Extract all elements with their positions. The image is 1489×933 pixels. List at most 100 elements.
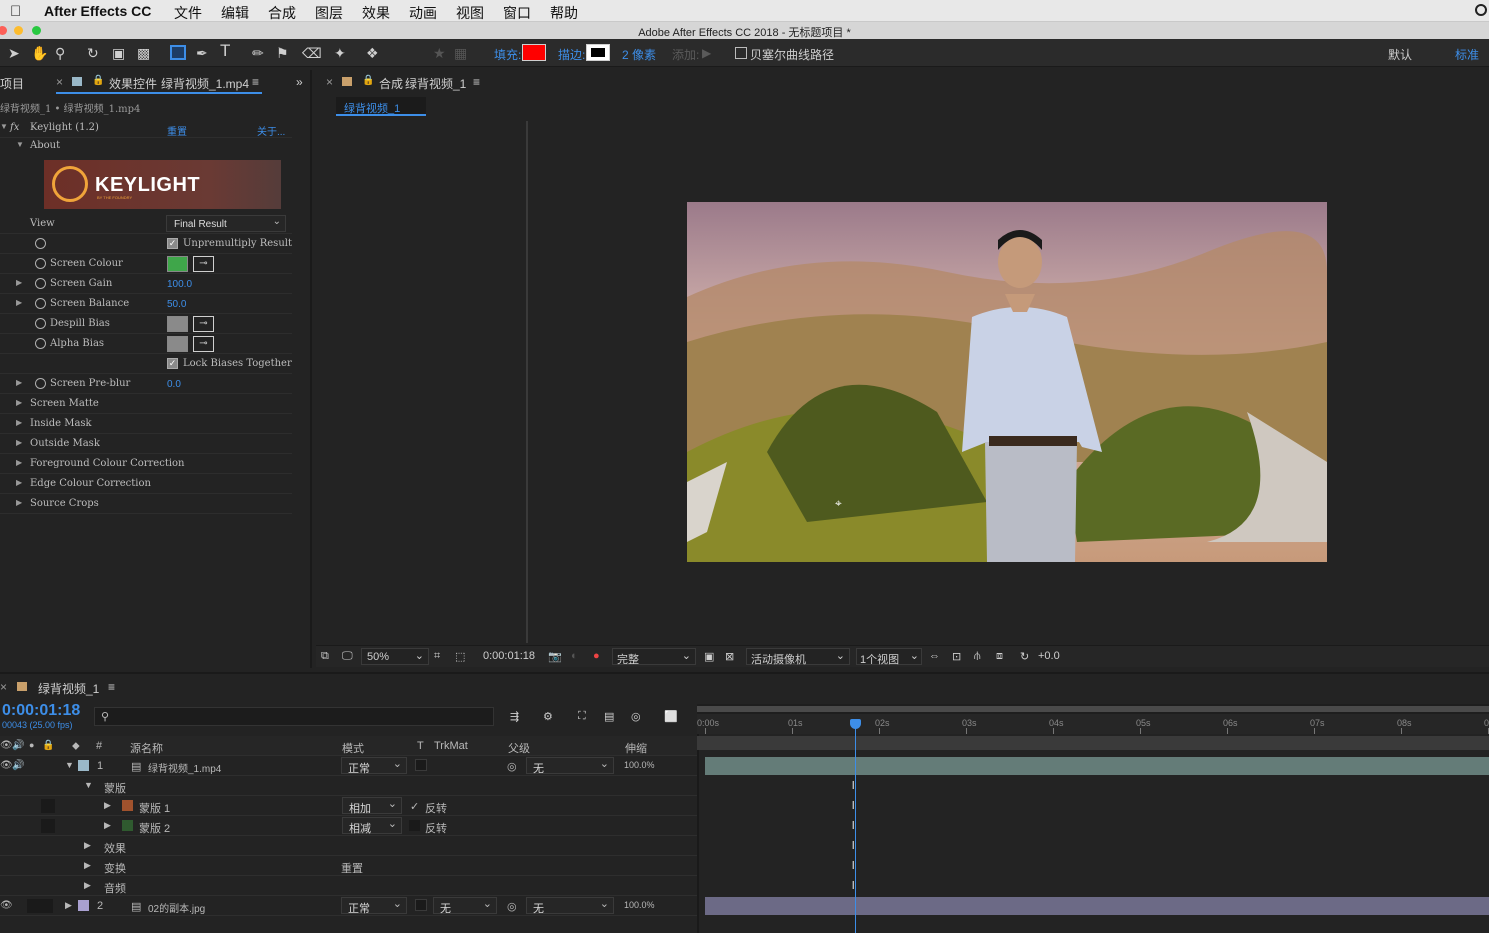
fx-icon[interactable]: fx	[10, 122, 19, 133]
source-name-header[interactable]: 源名称	[130, 740, 163, 756]
workspace-default[interactable]: 默认	[1388, 46, 1412, 63]
stopwatch-icon[interactable]	[35, 318, 46, 329]
resolution-dropdown[interactable]: 完整 ⌄	[612, 648, 696, 666]
grid-toggle-icon[interactable]: ▦	[454, 45, 467, 61]
expand-triangle-icon[interactable]: ▶	[16, 298, 22, 307]
flowchart-icon[interactable]: ⧈	[996, 650, 1003, 663]
expand-triangle-icon[interactable]: ▶	[84, 880, 91, 891]
close-tab-icon[interactable]: ×	[0, 680, 7, 694]
camera-dropdown[interactable]: 活动摄像机 ⌄	[746, 648, 850, 666]
snapshot-camera-icon[interactable]: 📷	[548, 650, 562, 663]
audio-toggle-icon[interactable]: 🔊	[12, 740, 24, 751]
menu-help[interactable]: 帮助	[550, 3, 578, 23]
mask-row-1[interactable]: ▶ 蒙版 1 相加 ✓ 反转	[0, 796, 697, 816]
status-circle-icon[interactable]	[1475, 4, 1487, 16]
rectangle-tool-icon[interactable]	[170, 45, 186, 60]
pick-whip-icon[interactable]: ◎	[507, 900, 517, 913]
graph-editor-icon[interactable]: ⬜	[664, 710, 678, 723]
lock-icon[interactable]: 🔒	[42, 740, 54, 751]
always-preview-icon[interactable]: ⧉	[321, 650, 329, 663]
mask-color-swatch[interactable]	[122, 800, 133, 811]
group-row[interactable]: ▶ Edge Colour Correction	[0, 474, 292, 494]
timeline-timecode[interactable]: 0:00:01:18	[2, 702, 80, 720]
blend-mode-dropdown[interactable]: 正常	[341, 897, 407, 915]
eraser-tool-icon[interactable]: ⌫	[302, 45, 322, 61]
panel-menu-icon[interactable]: ≡	[108, 680, 115, 694]
comp-subtab[interactable]: 绿背视频_1	[336, 97, 426, 116]
stroke-color-swatch[interactable]	[586, 44, 610, 61]
menu-file[interactable]: 文件	[174, 3, 202, 23]
reset-exposure-icon[interactable]: ↻	[1020, 650, 1029, 663]
fast-previews-icon[interactable]: ⊡	[952, 650, 961, 663]
tab-effect-controls-label[interactable]: 效果控件	[109, 75, 157, 92]
expand-panels-icon[interactable]: »	[296, 75, 303, 89]
channel-icon[interactable]: ●	[593, 650, 600, 662]
eye-icon[interactable]: 👁	[0, 900, 13, 911]
viewer-timecode[interactable]: 0:00:01:18	[483, 650, 535, 662]
expand-triangle-icon[interactable]: ▶	[104, 800, 111, 811]
stopwatch-icon[interactable]	[35, 378, 46, 389]
pick-whip-icon[interactable]: ◎	[507, 760, 517, 773]
layer-name[interactable]: 绿背视频_1.mp4	[148, 760, 221, 775]
lock-toggle[interactable]	[41, 819, 55, 833]
expand-triangle-icon[interactable]: ▶	[16, 478, 22, 487]
close-tab-icon[interactable]: ×	[326, 75, 333, 89]
tab-effect-controls-file[interactable]: 绿背视频_1.mp4	[161, 75, 249, 92]
screen-preblur-value[interactable]: 0.0	[167, 379, 181, 390]
masks-group-row[interactable]: ▼ 蒙版	[0, 776, 697, 796]
menu-layer[interactable]: 图层	[315, 3, 343, 23]
transform-reset-link[interactable]: 重置	[341, 860, 363, 876]
parent-dropdown[interactable]: 无	[526, 897, 614, 915]
view-dropdown[interactable]: Final Result ⌄	[166, 215, 286, 232]
composition-frame-image[interactable]: ⌖	[687, 202, 1327, 562]
invert-checkbox[interactable]: ✓	[410, 800, 419, 813]
stroke-width-value[interactable]: 2 像素	[622, 46, 656, 63]
motion-blur-icon[interactable]: ◎	[631, 710, 641, 723]
mask-row-2[interactable]: ▶ 蒙版 2 相减 反转	[0, 816, 697, 836]
layer-row-2[interactable]: 👁 ▶ 2 ▤ 02的副本.jpg 正常 无 ◎ 无 100.0%	[0, 896, 697, 916]
stretch-value[interactable]: 100.0%	[624, 760, 655, 770]
despill-bias-swatch[interactable]	[167, 316, 188, 332]
preserve-transparency-checkbox[interactable]	[415, 899, 427, 911]
region-of-interest-icon[interactable]: ▣	[704, 650, 714, 663]
mask-visibility-icon[interactable]: ⬚	[455, 650, 465, 663]
mask-name[interactable]: 蒙版 2	[139, 820, 170, 836]
menu-edit[interactable]: 编辑	[221, 3, 249, 23]
toggle-pixel-aspect-icon[interactable]: ⇔	[929, 650, 940, 662]
expand-triangle-icon[interactable]: ▼	[16, 140, 24, 149]
expand-triangle-icon[interactable]: ▶	[16, 378, 22, 387]
fill-color-swatch[interactable]	[522, 44, 546, 61]
roto-brush-tool-icon[interactable]: ✦	[334, 45, 346, 61]
expand-triangle-icon[interactable]: ▶	[16, 438, 22, 447]
panel-menu-icon[interactable]: ≡	[252, 75, 259, 89]
expand-triangle-icon[interactable]: ▼	[65, 760, 74, 770]
screen-gain-value[interactable]: 100.0	[167, 279, 192, 290]
blend-mode-dropdown[interactable]: 正常	[341, 757, 407, 775]
group-row[interactable]: ▶ Screen Matte	[0, 394, 292, 414]
clone-stamp-tool-icon[interactable]: ⚑	[276, 45, 289, 61]
menu-window[interactable]: 窗口	[503, 3, 531, 23]
mask-color-swatch[interactable]	[122, 820, 133, 831]
eyedropper-icon[interactable]: ⊸	[193, 256, 214, 272]
comp-marker-bar[interactable]	[697, 736, 1489, 750]
close-tab-icon[interactable]: ×	[56, 75, 63, 89]
screen-balance-value[interactable]: 50.0	[167, 299, 186, 310]
mask-mode-dropdown[interactable]: 相加	[342, 797, 402, 815]
stroke-label[interactable]: 描边:	[558, 46, 585, 63]
group-row[interactable]: ▶ Foreground Colour Correction	[0, 454, 292, 474]
tab-composition-name[interactable]: 绿背视频_1	[405, 75, 466, 92]
tab-composition-label[interactable]: 合成	[379, 75, 403, 92]
rotate-tool-icon[interactable]: ↻	[87, 45, 99, 61]
pan-behind-tool-icon[interactable]: ▩	[137, 45, 150, 61]
layer-name[interactable]: 02的副本.jpg	[148, 900, 205, 915]
selection-tool-icon[interactable]: ➤	[8, 45, 20, 61]
zoom-dropdown[interactable]: 50% ⌄	[361, 648, 429, 665]
mask-mode-dropdown[interactable]: 相减	[342, 817, 402, 835]
star-icon[interactable]: ★	[433, 45, 446, 61]
apple-icon[interactable]: 	[10, 3, 21, 20]
eyedropper-icon[interactable]: ⊸	[193, 316, 214, 332]
menu-animation[interactable]: 动画	[409, 3, 437, 23]
expand-triangle-icon[interactable]: ▶	[16, 418, 22, 427]
unpremultiply-checkbox[interactable]: ✓	[167, 238, 178, 249]
draft-3d-icon[interactable]: ⚙	[543, 710, 553, 723]
